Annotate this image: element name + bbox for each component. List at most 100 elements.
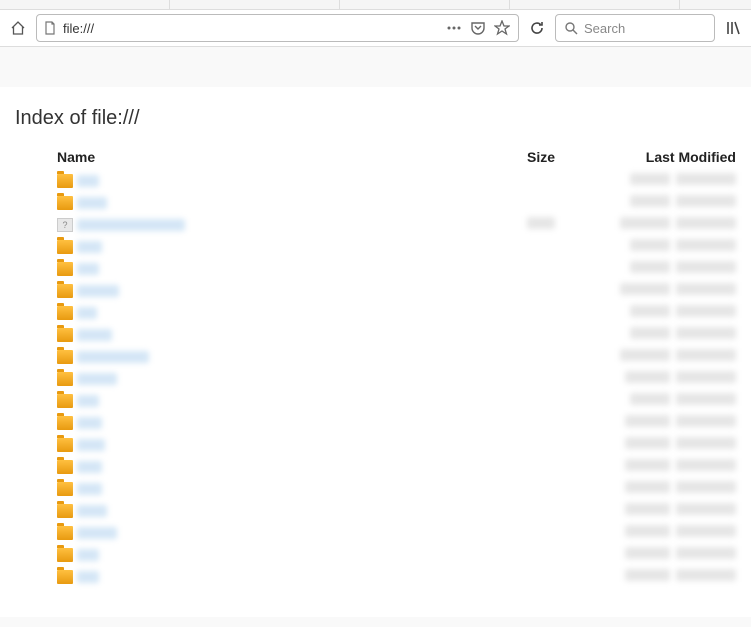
table-row [15,477,736,499]
folder-icon [57,570,73,584]
file-time [676,459,736,471]
file-link[interactable] [77,373,117,385]
folder-icon [57,504,73,518]
file-time [676,415,736,427]
file-time [676,525,736,537]
tab[interactable] [0,0,170,9]
file-time [676,217,736,229]
bookmark-star-icon[interactable] [494,20,510,36]
file-icon: ? [57,218,73,232]
reload-button[interactable] [524,15,550,41]
folder-icon [57,196,73,210]
file-link[interactable] [77,241,102,253]
file-link[interactable] [77,307,97,319]
file-time [676,393,736,405]
file-link[interactable] [77,197,107,209]
tab[interactable] [170,0,340,9]
file-time [676,349,736,361]
folder-icon [57,174,73,188]
file-date [625,481,670,493]
file-date [630,195,670,207]
home-button[interactable] [5,15,31,41]
url-bar[interactable] [36,14,519,42]
tab[interactable] [510,0,680,9]
table-row [15,257,736,279]
pocket-icon[interactable] [470,20,486,36]
file-link[interactable] [77,549,99,561]
file-time [676,195,736,207]
file-time [676,437,736,449]
file-date [630,173,670,185]
file-time [676,305,736,317]
search-bar[interactable] [555,14,715,42]
file-link[interactable] [77,417,102,429]
file-time [676,173,736,185]
folder-icon [57,262,73,276]
table-row [15,499,736,521]
file-link[interactable] [77,395,99,407]
table-row [15,279,736,301]
file-link[interactable] [77,461,102,473]
file-link[interactable] [77,571,99,583]
url-input[interactable] [63,21,440,36]
file-time [676,261,736,273]
file-date [625,569,670,581]
file-date [620,283,670,295]
file-link[interactable] [77,329,112,341]
library-button[interactable] [720,15,746,41]
file-date [625,503,670,515]
folder-icon [57,548,73,562]
search-input[interactable] [584,21,706,36]
file-date [620,217,670,229]
file-link[interactable] [77,505,107,517]
folder-icon [57,350,73,364]
folder-icon [57,284,73,298]
folder-icon [57,394,73,408]
column-header-name[interactable]: Name [15,145,485,169]
folder-icon [57,526,73,540]
file-link[interactable] [77,351,149,363]
file-time [676,327,736,339]
table-row [15,323,736,345]
table-row [15,389,736,411]
table-row [15,235,736,257]
file-date [630,305,670,317]
column-header-modified[interactable]: Last Modified [555,145,736,169]
file-time [676,547,736,559]
home-icon [10,20,26,36]
folder-icon [57,482,73,496]
folder-icon [57,306,73,320]
file-time [676,239,736,251]
file-link[interactable] [77,527,117,539]
file-date [620,349,670,361]
file-link[interactable] [77,219,185,231]
page-icon [43,21,57,35]
table-row: ? [15,213,736,235]
file-time [676,371,736,383]
search-icon [564,21,578,35]
file-date [625,415,670,427]
table-row [15,301,736,323]
file-link[interactable] [77,175,99,187]
table-row [15,411,736,433]
table-row [15,543,736,565]
file-date [630,393,670,405]
more-icon[interactable] [446,20,462,36]
file-date [625,547,670,559]
file-listing-table: Name Size Last Modified ? [15,145,736,587]
toolbar [0,10,751,47]
file-link[interactable] [77,285,119,297]
column-header-size[interactable]: Size [485,145,555,169]
table-row [15,367,736,389]
file-time [676,503,736,515]
folder-icon [57,438,73,452]
file-date [625,525,670,537]
page-title: Index of file:/// [15,107,736,130]
folder-icon [57,328,73,342]
table-row [15,455,736,477]
content-area: Index of file:/// Name Size Last Modifie… [0,47,751,627]
file-link[interactable] [77,263,99,275]
file-link[interactable] [77,439,105,451]
tab[interactable] [340,0,510,9]
file-link[interactable] [77,483,102,495]
